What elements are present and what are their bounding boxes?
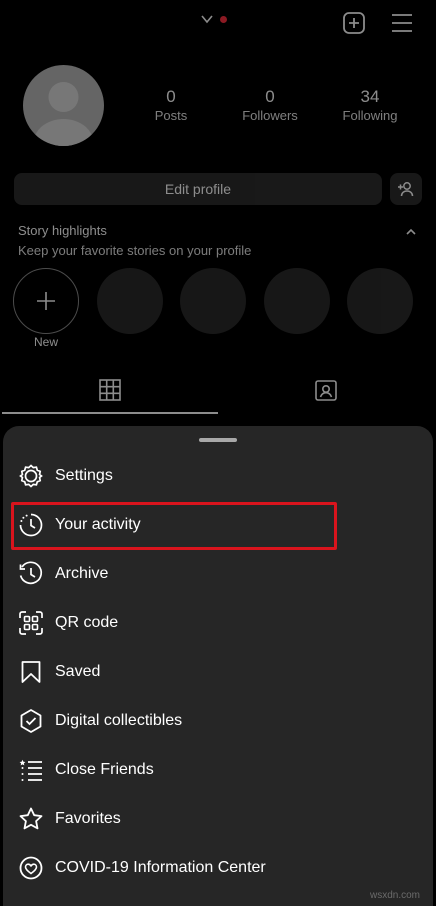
menu-item-saved[interactable]: Saved [3,650,433,694]
story-highlights-subtitle: Keep your favorite stories on your profi… [18,243,252,258]
highlight-placeholder [180,268,246,334]
highlight-placeholder [97,268,163,334]
menu-item-digital-collectibles[interactable]: Digital collectibles [3,699,433,743]
qr-code-icon [18,610,44,636]
hamburger-menu-icon[interactable] [390,11,414,35]
new-post-icon[interactable] [342,11,366,35]
menu-item-label: Digital collectibles [55,712,183,729]
menu-item-close-friends[interactable]: Close Friends [3,748,433,792]
default-avatar-icon [33,82,94,146]
posts-count: 0 [166,87,176,106]
bookmark-icon [18,659,44,685]
watermark: wsxdn.com [370,890,421,901]
story-highlights-title: Story highlights [18,223,107,238]
collectibles-badge-icon [18,708,44,734]
close-friends-list-icon [18,757,44,783]
menu-item-settings[interactable]: Settings [3,454,433,498]
posts-label: Posts [154,108,188,123]
plus-icon [37,292,55,310]
chevron-down-icon [201,15,213,24]
tagged-icon[interactable] [314,378,338,402]
activity-clock-icon [18,512,44,538]
posts-stat[interactable]: 0 Posts [131,88,211,125]
top-bar [0,0,436,48]
menu-item-archive[interactable]: Archive [3,552,433,596]
menu-item-label: Saved [55,663,101,680]
following-stat[interactable]: 34 Following [330,88,410,125]
menu-item-label: Your activity [55,516,141,533]
menu-item-your-activity[interactable]: Your activity [3,503,433,547]
menu-item-favorites[interactable]: Favorites [3,797,433,841]
grid-icon[interactable] [98,378,122,402]
menu-item-label: Archive [55,565,109,582]
avatar[interactable] [23,65,104,146]
settings-gear-icon [18,463,44,489]
highlight-placeholder [347,268,413,334]
menu-item-qr-code[interactable]: QR code [3,601,433,645]
menu-item-covid-info[interactable]: COVID-19 Information Center [3,846,433,890]
highlight-placeholder [264,268,330,334]
following-count: 34 [360,87,380,106]
discover-people-button[interactable] [390,173,422,205]
following-label: Following [342,108,398,123]
edit-profile-button[interactable]: Edit profile [14,173,382,205]
options-bottom-sheet: Settings Your activity Archive QR code S… [3,426,433,906]
archive-icon [18,561,44,587]
chevron-up-icon[interactable] [404,225,418,239]
menu-item-label: Close Friends [55,761,154,778]
notification-dot [220,15,227,23]
account-switcher[interactable] [200,12,227,26]
menu-item-label: Favorites [55,810,121,827]
menu-item-label: COVID-19 Information Center [55,859,266,876]
followers-stat[interactable]: 0 Followers [230,88,310,125]
followers-count: 0 [265,87,275,106]
add-person-icon [398,182,414,197]
menu-item-label: Settings [55,467,113,484]
followers-label: Followers [242,108,298,123]
new-highlight-button[interactable] [13,268,79,334]
active-tab-indicator [2,412,218,414]
menu-item-label: QR code [55,614,119,631]
new-highlight-label: New [33,335,58,349]
sheet-drag-handle[interactable] [199,438,237,442]
star-icon [18,806,44,832]
covid-info-icon [18,855,44,881]
